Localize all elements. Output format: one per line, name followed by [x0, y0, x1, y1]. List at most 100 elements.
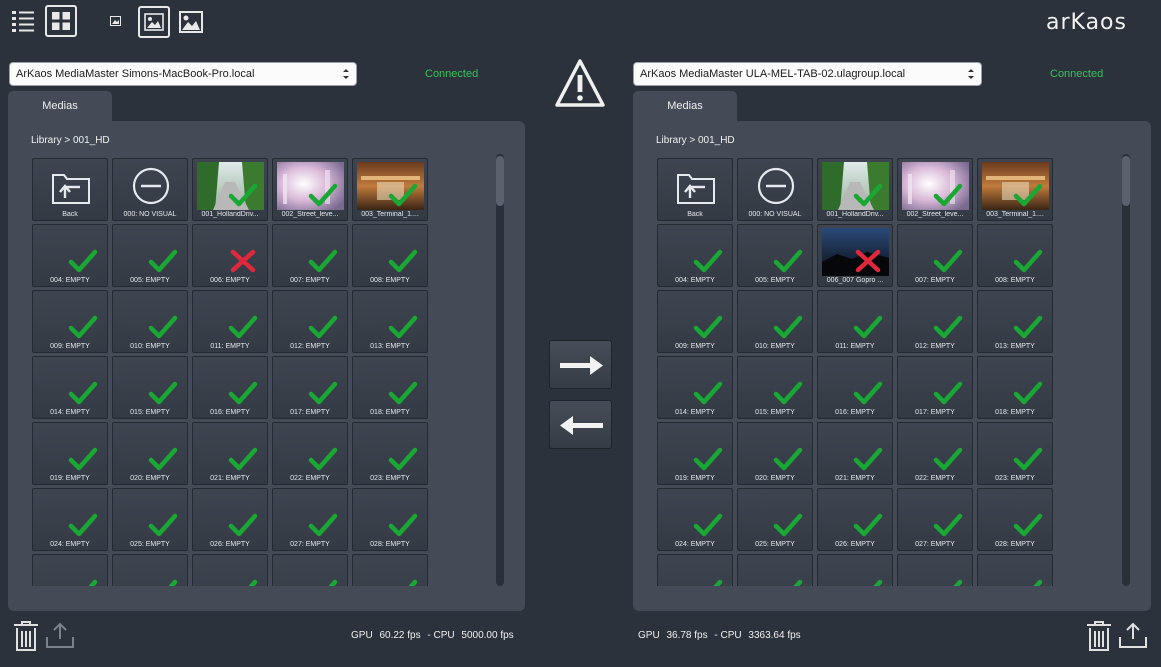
thumbnail-medium-icon[interactable] [138, 6, 170, 38]
media-slot-label: 016: EMPTY [835, 409, 875, 416]
media-slot[interactable]: 006_007 Gopro ... [817, 224, 893, 287]
list-view-icon[interactable] [10, 8, 36, 34]
right-tab-medias[interactable]: Medias [633, 91, 737, 121]
media-slot[interactable]: 004: EMPTY [657, 224, 733, 287]
left-scrollbar-thumb[interactable] [496, 156, 504, 206]
media-slot[interactable]: 020: EMPTY [737, 422, 813, 485]
media-slot[interactable]: 005: EMPTY [112, 224, 188, 287]
media-slot[interactable]: 022: EMPTY [272, 422, 348, 485]
media-slot[interactable]: 015: EMPTY [112, 356, 188, 419]
media-slot[interactable]: 007: EMPTY [897, 224, 973, 287]
left-scrollbar[interactable] [496, 154, 504, 586]
media-slot[interactable]: 028: EMPTY [352, 488, 428, 551]
upload-icon-disabled[interactable] [45, 621, 75, 653]
media-slot[interactable]: 010: EMPTY [112, 290, 188, 353]
media-slot[interactable]: 016: EMPTY [192, 356, 268, 419]
left-tab-medias[interactable]: Medias [8, 91, 112, 121]
left-breadcrumb[interactable]: Library > 001_HD [31, 135, 110, 146]
grid-view-icon[interactable] [45, 5, 77, 37]
media-slot[interactable]: 000: NO VISUAL [737, 158, 813, 221]
media-slot[interactable] [897, 554, 973, 586]
media-slot[interactable]: 008: EMPTY [352, 224, 428, 287]
media-slot[interactable]: 002_Street_leve... [897, 158, 973, 221]
media-slot[interactable] [192, 554, 268, 586]
media-slot[interactable]: 022: EMPTY [897, 422, 973, 485]
right-server-select[interactable]: ArKaos MediaMaster ULA-MEL-TAB-02.ulagro… [633, 62, 982, 86]
media-slot[interactable]: 027: EMPTY [897, 488, 973, 551]
media-slot[interactable]: 017: EMPTY [272, 356, 348, 419]
media-slot[interactable]: 026: EMPTY [817, 488, 893, 551]
media-slot[interactable] [657, 554, 733, 586]
checkmark-icon [1033, 579, 1043, 586]
media-slot[interactable]: 005: EMPTY [737, 224, 813, 287]
media-slot[interactable]: 025: EMPTY [112, 488, 188, 551]
media-slot[interactable]: 015: EMPTY [737, 356, 813, 419]
media-slot[interactable]: 009: EMPTY [32, 290, 108, 353]
media-slot[interactable]: 003_Terminal_1.... [352, 158, 428, 221]
back-button[interactable]: Back [657, 158, 733, 221]
media-slot-label: 015: EMPTY [755, 409, 795, 416]
trash-icon[interactable] [1085, 620, 1115, 652]
media-slot[interactable]: 012: EMPTY [897, 290, 973, 353]
media-slot[interactable]: 023: EMPTY [352, 422, 428, 485]
right-gpu-label: GPU [638, 630, 660, 641]
media-slot[interactable]: 021: EMPTY [817, 422, 893, 485]
media-slot[interactable]: 004: EMPTY [32, 224, 108, 287]
trash-icon[interactable] [12, 620, 42, 652]
media-slot[interactable]: 013: EMPTY [977, 290, 1053, 353]
push-left-button[interactable] [549, 400, 612, 449]
media-slot[interactable]: 014: EMPTY [32, 356, 108, 419]
media-slot[interactable] [817, 554, 893, 586]
media-slot[interactable]: 012: EMPTY [272, 290, 348, 353]
media-slot[interactable]: 001_HollandDriv... [817, 158, 893, 221]
media-slot[interactable]: 024: EMPTY [32, 488, 108, 551]
media-slot[interactable] [977, 554, 1053, 586]
left-server-select[interactable]: ArKaos MediaMaster Simons-MacBook-Pro.lo… [9, 62, 357, 86]
push-right-button[interactable] [549, 340, 612, 389]
media-slot[interactable] [352, 554, 428, 586]
right-media-panel: Library > 001_HD Back 000: NO VISUAL 001_H… [633, 121, 1151, 611]
media-slot[interactable]: 021: EMPTY [192, 422, 268, 485]
media-slot[interactable]: 011: EMPTY [817, 290, 893, 353]
media-slot[interactable]: 028: EMPTY [977, 488, 1053, 551]
media-slot[interactable]: 026: EMPTY [192, 488, 268, 551]
media-slot[interactable]: 017: EMPTY [897, 356, 973, 419]
checkmark-icon [388, 315, 418, 339]
media-slot[interactable]: 018: EMPTY [977, 356, 1053, 419]
checkmark-icon [228, 315, 258, 339]
media-slot[interactable]: 023: EMPTY [977, 422, 1053, 485]
media-slot[interactable]: 003_Terminal_1.... [977, 158, 1053, 221]
media-slot[interactable]: 009: EMPTY [657, 290, 733, 353]
media-slot[interactable]: 001_HollandDriv... [192, 158, 268, 221]
media-slot[interactable]: 018: EMPTY [352, 356, 428, 419]
media-slot[interactable]: 019: EMPTY [657, 422, 733, 485]
media-slot[interactable]: 006: EMPTY [192, 224, 268, 287]
checkmark-icon [228, 447, 258, 471]
media-slot[interactable]: 014: EMPTY [657, 356, 733, 419]
media-slot[interactable] [737, 554, 813, 586]
media-slot[interactable]: 027: EMPTY [272, 488, 348, 551]
upload-icon[interactable] [1118, 621, 1148, 653]
media-slot[interactable] [272, 554, 348, 586]
media-slot[interactable]: 025: EMPTY [737, 488, 813, 551]
media-slot[interactable]: 016: EMPTY [817, 356, 893, 419]
media-slot[interactable] [32, 554, 108, 586]
media-slot[interactable]: 011: EMPTY [192, 290, 268, 353]
media-slot[interactable]: 024: EMPTY [657, 488, 733, 551]
media-slot[interactable]: 008: EMPTY [977, 224, 1053, 287]
right-scrollbar[interactable] [1122, 154, 1130, 586]
media-slot[interactable] [112, 554, 188, 586]
media-slot[interactable]: 002_Street_leve... [272, 158, 348, 221]
media-slot[interactable]: 019: EMPTY [32, 422, 108, 485]
right-scrollbar-thumb[interactable] [1122, 156, 1130, 206]
media-slot[interactable]: 020: EMPTY [112, 422, 188, 485]
media-slot[interactable]: 007: EMPTY [272, 224, 348, 287]
media-slot[interactable]: 010: EMPTY [737, 290, 813, 353]
right-breadcrumb[interactable]: Library > 001_HD [656, 135, 735, 146]
media-slot[interactable]: 013: EMPTY [352, 290, 428, 353]
media-slot-label: 020: EMPTY [755, 475, 795, 482]
media-slot[interactable]: 000: NO VISUAL [112, 158, 188, 221]
back-button[interactable]: Back [32, 158, 108, 221]
thumbnail-large-icon[interactable] [178, 9, 204, 35]
thumbnail-small-icon[interactable] [108, 14, 122, 28]
